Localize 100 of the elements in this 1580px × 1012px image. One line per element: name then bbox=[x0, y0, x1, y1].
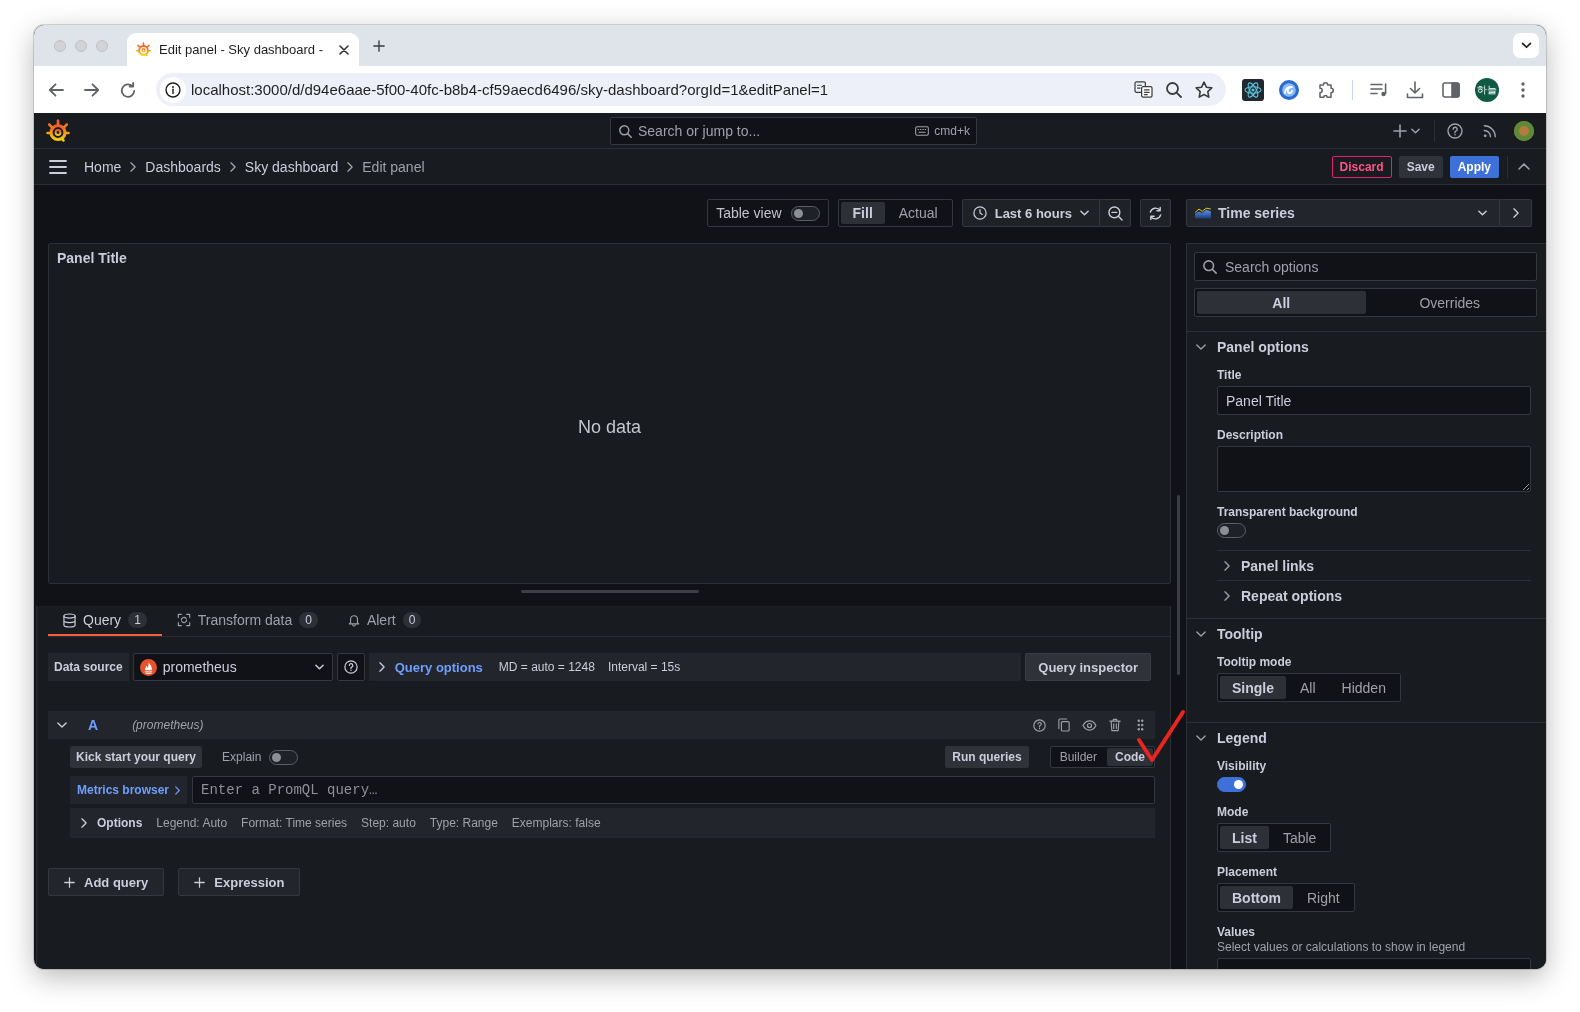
avatar-icon[interactable] bbox=[1514, 120, 1534, 141]
chevron-down-icon[interactable] bbox=[57, 722, 67, 728]
data-source-select[interactable]: prometheus bbox=[132, 653, 333, 681]
discard-button[interactable]: Discard bbox=[1331, 155, 1392, 178]
visualization-picker[interactable]: Time series bbox=[1186, 199, 1500, 227]
forward-icon[interactable] bbox=[84, 82, 100, 97]
options-toggle[interactable]: Options bbox=[80, 816, 143, 830]
vertical-dots-icon[interactable] bbox=[1521, 81, 1525, 98]
options-tab[interactable]: All bbox=[1197, 291, 1366, 314]
field-description: Select values or calculations to show in legend bbox=[1217, 940, 1466, 955]
segment-option[interactable]: Actual bbox=[886, 202, 950, 224]
scrollbar-thumb[interactable] bbox=[1177, 495, 1180, 675]
keyboard-icon bbox=[915, 125, 930, 136]
toggle-switch[interactable] bbox=[1217, 777, 1246, 792]
metrics-browser-button[interactable]: Metrics browser bbox=[70, 776, 188, 804]
menu-icon[interactable] bbox=[49, 159, 67, 174]
toggle-switch[interactable] bbox=[269, 749, 299, 765]
panel-title: Panel Title bbox=[57, 250, 127, 266]
group-header[interactable]: Repeat options bbox=[1217, 580, 1531, 610]
editor-tab[interactable]: Query 1 bbox=[48, 606, 162, 636]
search-field[interactable]: Search options bbox=[1194, 252, 1537, 281]
chart-thumbnail-icon bbox=[1195, 207, 1211, 219]
atom-icon[interactable] bbox=[1242, 78, 1264, 101]
address-bar[interactable]: localhost:3000/d/d94e6aae-5f00-40fc-b8b4-cf59aecd6496/sky-dashboard?orgId=1&editPanel=1 bbox=[156, 73, 1226, 106]
site-info-button[interactable] bbox=[160, 76, 186, 103]
breadcrumb-current: Edit panel bbox=[362, 158, 425, 175]
side-panel-icon[interactable] bbox=[1442, 81, 1460, 98]
magnifier-icon[interactable] bbox=[1166, 81, 1182, 98]
drag-handle-icon[interactable] bbox=[1137, 719, 1144, 731]
download-icon[interactable] bbox=[1406, 80, 1424, 99]
segment-option[interactable]: All bbox=[1288, 676, 1328, 699]
breadcrumb-link[interactable]: Sky dashboard bbox=[244, 158, 339, 175]
group-header[interactable]: Panel links bbox=[1217, 550, 1531, 580]
field-label: Visibility bbox=[1217, 758, 1267, 774]
resize-handle[interactable] bbox=[520, 590, 699, 593]
plus-icon[interactable] bbox=[373, 39, 385, 52]
apply-button[interactable]: Apply bbox=[1449, 155, 1499, 178]
breadcrumb-link[interactable]: Dashboards bbox=[145, 158, 221, 175]
query-ref[interactable]: A bbox=[88, 717, 99, 733]
text-input[interactable]: Panel Title bbox=[1217, 386, 1531, 415]
tab-list-button[interactable] bbox=[1513, 33, 1539, 58]
section-header[interactable]: Panel options bbox=[1187, 332, 1546, 362]
options-tab[interactable]: Overrides bbox=[1365, 291, 1534, 314]
logo-icon[interactable] bbox=[46, 118, 70, 143]
segment-option[interactable]: Bottom bbox=[1220, 886, 1293, 909]
section-header[interactable]: Legend bbox=[1187, 723, 1546, 753]
eye-icon[interactable] bbox=[1082, 719, 1097, 731]
chevron-right-icon bbox=[1512, 208, 1519, 218]
kick-start-button[interactable]: Kick start your query bbox=[70, 746, 203, 768]
add-button[interactable]: Add query bbox=[48, 868, 165, 896]
segment-option[interactable]: Table bbox=[1270, 826, 1329, 849]
browser-tab[interactable]: Edit panel - Sky dashboard - bbox=[127, 33, 359, 66]
table-view-toggle[interactable]: Table view bbox=[707, 199, 829, 227]
help-icon[interactable] bbox=[1447, 122, 1463, 139]
editor-tab[interactable]: Transform data 0 bbox=[161, 606, 333, 636]
toggle-switch[interactable] bbox=[790, 205, 820, 221]
query-input[interactable]: Enter a PromQL query… bbox=[192, 776, 1155, 804]
help-icon[interactable] bbox=[1033, 718, 1046, 732]
segment-option[interactable]: Fill bbox=[840, 202, 885, 224]
profile-button[interactable]: 하늘 bbox=[1475, 77, 1499, 102]
swirl-icon[interactable] bbox=[1279, 79, 1299, 100]
segment-option[interactable]: Builder bbox=[1051, 748, 1105, 766]
add-menu-button[interactable] bbox=[1393, 123, 1420, 138]
copy-icon[interactable] bbox=[1058, 718, 1070, 732]
run-queries-button[interactable]: Run queries bbox=[945, 746, 1029, 768]
editor-tab[interactable]: Alert 0 bbox=[332, 606, 437, 636]
back-icon[interactable] bbox=[48, 82, 64, 97]
documents-icon[interactable] bbox=[1134, 81, 1153, 98]
plus-icon bbox=[1393, 123, 1407, 138]
reload-icon[interactable] bbox=[120, 81, 136, 98]
save-button[interactable]: Save bbox=[1398, 155, 1443, 178]
segment-option[interactable]: Single bbox=[1220, 676, 1286, 699]
count-badge: 1 bbox=[128, 612, 147, 628]
star-icon[interactable] bbox=[1195, 81, 1213, 98]
add-button[interactable]: Expression bbox=[178, 868, 301, 896]
close-icon[interactable] bbox=[339, 44, 349, 55]
chevron-up-icon[interactable] bbox=[1518, 163, 1530, 170]
refresh-button[interactable] bbox=[1140, 199, 1171, 227]
time-range-button[interactable]: Last 6 hours bbox=[961, 199, 1100, 227]
puzzle-icon[interactable] bbox=[1316, 81, 1334, 98]
playlist-icon[interactable] bbox=[1370, 82, 1388, 97]
query-inspector-button[interactable]: Query inspector bbox=[1025, 653, 1151, 681]
chevron-right-icon bbox=[347, 161, 354, 172]
expand-button[interactable] bbox=[1500, 199, 1532, 227]
segment-option[interactable]: List bbox=[1220, 826, 1269, 849]
rss-icon[interactable] bbox=[1483, 123, 1497, 138]
data-source-label: Data source bbox=[48, 653, 129, 681]
section-header[interactable]: Tooltip bbox=[1187, 619, 1546, 649]
refresh-icon bbox=[1148, 205, 1163, 221]
segment-option[interactable]: Right bbox=[1295, 886, 1352, 909]
help-button[interactable] bbox=[336, 653, 365, 681]
breadcrumb-link[interactable]: Home bbox=[84, 158, 122, 175]
segment-option[interactable]: Hidden bbox=[1329, 676, 1398, 699]
search-icon bbox=[619, 124, 632, 138]
zoom-out-button[interactable] bbox=[1100, 199, 1131, 227]
chevron-down-icon bbox=[1196, 735, 1206, 741]
toggle-switch[interactable] bbox=[1217, 523, 1246, 538]
trash-icon[interactable] bbox=[1109, 718, 1121, 732]
segment-option[interactable]: Code bbox=[1107, 748, 1153, 766]
query-options-toggle[interactable]: Query options bbox=[378, 659, 483, 675]
